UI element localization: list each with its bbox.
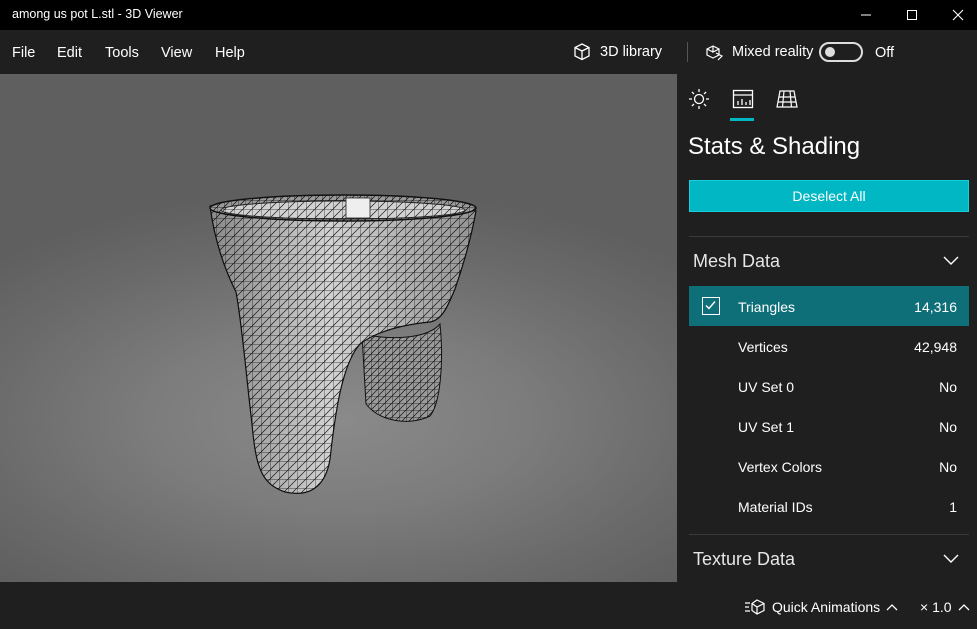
mesh-data-header[interactable]: Mesh Data [693,251,780,272]
stat-value: 14,316 [914,299,957,315]
toggle-state-label: Off [875,45,895,61]
maximize-icon [907,10,917,20]
stat-label: Material IDs [738,499,813,515]
stat-label: Vertices [738,339,788,355]
mixed-reality-label: Mixed reality [732,44,814,60]
3d-viewport[interactable] [0,74,677,582]
stat-value: 42,948 [914,339,957,355]
chevron-down-icon[interactable] [943,256,959,266]
tab-stats[interactable] [730,88,754,121]
menu-tools[interactable]: Tools [105,45,139,61]
tab-environment[interactable] [688,88,710,110]
section-divider [689,534,969,535]
cube-icon [574,43,590,61]
stat-value: No [939,419,957,435]
model-back-leg [361,322,442,422]
window-title: among us pot L.stl - 3D Viewer [12,7,183,21]
stat-label: Vertex Colors [738,459,823,475]
stat-label: UV Set 1 [738,419,795,435]
3d-library-button[interactable]: 3D library [572,42,662,62]
3d-library-label: 3D library [600,44,663,60]
stat-row-uv-set-0[interactable]: UV Set 0 No [689,366,969,406]
menu-file[interactable]: File [12,45,35,61]
stat-row-vertex-colors[interactable]: Vertex Colors No [689,446,969,486]
quick-animations-button[interactable]: Quick Animations [744,599,898,615]
stat-row-triangles[interactable]: Triangles 14,316 [689,286,969,326]
mixed-reality-button[interactable]: Mixed reality [704,42,813,62]
deselect-all-button[interactable]: Deselect All [689,180,969,212]
speed-label: × 1.0 [920,599,952,615]
close-button[interactable] [935,0,977,30]
model-inner-rim [220,200,466,220]
grid-icon [776,90,798,108]
quick-animations-label: Quick Animations [772,599,881,615]
stat-value: No [939,379,957,395]
model-render[interactable] [0,74,677,582]
mixed-reality-toggle[interactable] [819,42,863,62]
chevron-up-icon [886,604,898,611]
checkbox-icon[interactable] [702,297,720,315]
toggle-knob [825,47,835,57]
stat-label: Triangles [738,299,796,315]
stats-icon [732,89,754,109]
texture-data-header[interactable]: Texture Data [693,549,795,570]
chevron-up-icon [958,604,969,611]
stat-value: 1 [949,499,957,515]
minimize-button[interactable] [843,0,889,30]
stat-row-uv-set-1[interactable]: UV Set 1 No [689,406,969,446]
stats-panel: Stats & Shading Deselect All Mesh Data T… [677,74,977,582]
menu-view[interactable]: View [161,45,192,61]
stat-label: UV Set 0 [738,379,795,395]
model-inner-wall [345,197,371,219]
section-divider [689,236,969,237]
title-bar: among us pot L.stl - 3D Viewer [0,0,977,30]
animation-icon [745,599,765,615]
animation-speed-button[interactable]: × 1.0 [920,599,970,615]
sun-icon [689,89,709,109]
menu-edit[interactable]: Edit [57,45,82,61]
menu-help[interactable]: Help [215,45,245,61]
bottom-bar: Quick Animations × 1.0 [0,582,977,629]
minimize-icon [861,14,871,16]
maximize-button[interactable] [889,0,935,30]
menu-separator [687,42,688,62]
close-icon [952,9,964,21]
mixed-reality-icon [706,45,724,61]
panel-title: Stats & Shading [688,133,861,160]
tab-grid[interactable] [776,88,798,110]
chevron-down-icon[interactable] [943,554,959,564]
stat-row-vertices[interactable]: Vertices 42,948 [689,326,969,366]
stat-value: No [939,459,957,475]
stat-row-material-ids[interactable]: Material IDs 1 [689,486,969,526]
